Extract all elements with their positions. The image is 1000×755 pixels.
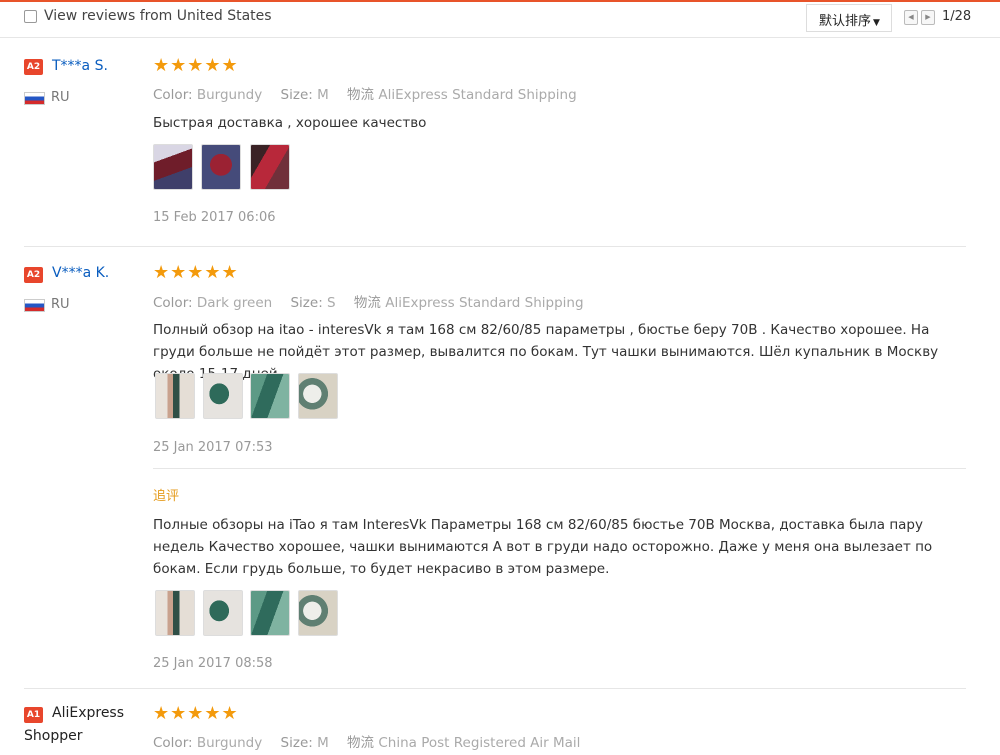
size-key: Size: (280, 87, 313, 103)
review-photo[interactable] (155, 590, 195, 636)
sort-dropdown[interactable]: 默认排序 ▼ (806, 4, 892, 32)
review-divider (24, 688, 966, 689)
review-photo[interactable] (153, 144, 193, 190)
rating-stars: ★★★★★ (153, 262, 239, 283)
size-key: Size: (290, 295, 323, 311)
review-photo[interactable] (250, 373, 290, 419)
sort-label: 默认排序 (819, 14, 872, 29)
reviewer-country: RU (51, 297, 70, 312)
review-photo[interactable] (155, 373, 195, 419)
next-page-icon[interactable]: ▶ (921, 10, 935, 25)
rating-stars: ★★★★★ (153, 703, 239, 724)
shipping-key: 物流 (347, 87, 375, 103)
shipping-value: AliExpress Standard Shipping (385, 295, 584, 311)
russia-flag-icon (24, 92, 45, 105)
reviewer-name[interactable]: T***a S. (52, 58, 108, 74)
size-value: M (317, 87, 329, 103)
reviewer-country: RU (51, 90, 70, 105)
review-date: 15 Feb 2017 06:06 (153, 210, 276, 225)
us-reviews-label[interactable]: View reviews from United States (44, 8, 272, 24)
review-divider (24, 246, 966, 247)
order-info: Color: Dark green Size: S 物流 AliExpress … (153, 291, 598, 311)
order-info: Color: Burgundy Size: M 物流 AliExpress St… (153, 83, 591, 103)
us-reviews-checkbox[interactable] (24, 10, 37, 23)
shipping-value: China Post Registered Air Mail (378, 735, 581, 751)
followup-date: 25 Jan 2017 08:58 (153, 656, 273, 671)
review-text: Быстрая доставка , хорошее качество (153, 115, 427, 131)
review-photo[interactable] (203, 373, 243, 419)
rating-stars: ★★★★★ (153, 55, 239, 76)
color-value: Dark green (196, 295, 273, 311)
review-photo[interactable] (250, 590, 290, 636)
buyer-level-badge: A2 (24, 59, 43, 75)
size-value: S (327, 295, 336, 311)
order-info: Color: Burgundy Size: M 物流 China Post Re… (153, 731, 594, 751)
review-photo[interactable] (203, 590, 243, 636)
reviewer-name[interactable]: V***a K. (52, 265, 109, 281)
color-value: Burgundy (196, 735, 263, 751)
review-photo[interactable] (298, 373, 338, 419)
review-photo[interactable] (298, 590, 338, 636)
buyer-level-badge: A1 (24, 707, 43, 723)
color-key: Color: (153, 295, 193, 311)
size-value: M (317, 735, 329, 751)
followup-label: 追评 (153, 489, 180, 504)
color-value: Burgundy (196, 87, 263, 103)
shipping-key: 物流 (347, 735, 375, 751)
color-key: Color: (153, 735, 193, 751)
size-key: Size: (280, 735, 313, 751)
shipping-value: AliExpress Standard Shipping (378, 87, 577, 103)
buyer-level-badge: A2 (24, 267, 43, 283)
reviews-toolbar: View reviews from United States 默认排序 ▼ ◀ … (0, 2, 1000, 38)
reviewer-name-line1[interactable]: AliExpress (52, 705, 124, 721)
chevron-down-icon: ▼ (873, 18, 880, 28)
review-photo[interactable] (250, 144, 290, 190)
prev-page-icon[interactable]: ◀ (904, 10, 918, 25)
followup-divider (153, 468, 966, 469)
russia-flag-icon (24, 299, 45, 312)
color-key: Color: (153, 87, 193, 103)
shipping-key: 物流 (353, 295, 381, 311)
followup-text: Полные обзоры на iTao я там InteresVk Па… (153, 517, 933, 577)
review-photo[interactable] (201, 144, 241, 190)
page-indicator: 1/28 (942, 9, 972, 24)
review-date: 25 Jan 2017 07:53 (153, 440, 273, 455)
reviewer-name-line2[interactable]: Shopper (24, 728, 82, 744)
